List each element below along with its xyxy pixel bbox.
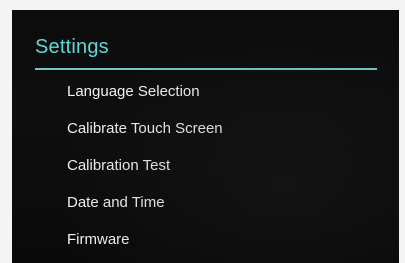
settings-screen: Settings Language Selection Calibrate To… [12,10,399,263]
menu-item-language-selection[interactable]: Language Selection [67,80,223,117]
menu-item-date-and-time[interactable]: Date and Time [67,191,223,228]
title-divider [35,68,377,70]
menu-item-calibrate-touch-screen[interactable]: Calibrate Touch Screen [67,117,223,154]
menu-item-calibration-test[interactable]: Calibration Test [67,154,223,191]
menu-item-firmware[interactable]: Firmware [67,228,223,263]
settings-title: Settings [35,36,109,58]
settings-menu: Language Selection Calibrate Touch Scree… [67,80,223,263]
